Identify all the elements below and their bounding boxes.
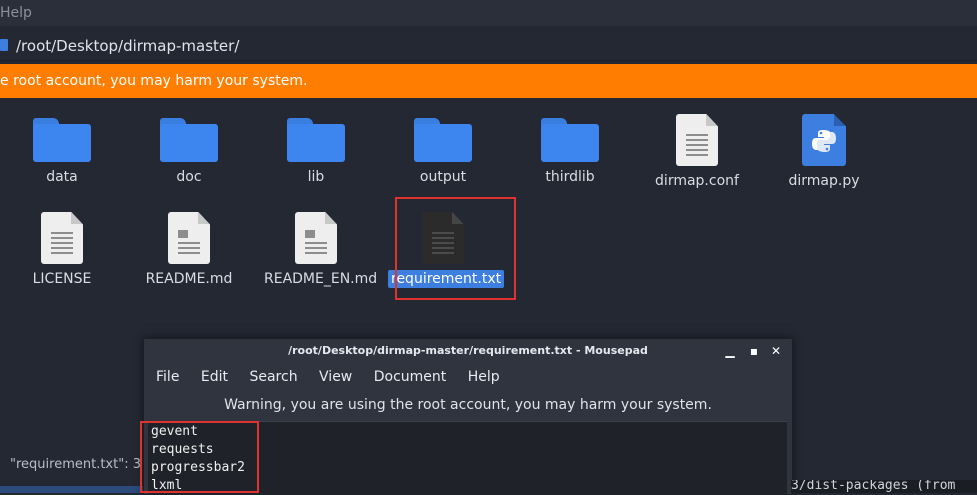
folder-icon — [0, 39, 8, 51]
menu-help[interactable]: Help — [468, 369, 500, 385]
file-item-readme-en-md[interactable]: README_EN.md — [261, 212, 377, 288]
folder-icon — [287, 118, 345, 162]
folder-icon — [541, 118, 599, 162]
file-label: thirdlib — [545, 169, 595, 185]
file-label: doc — [176, 169, 202, 185]
folder-icon — [33, 118, 91, 162]
root-warning-bar: e root account, you may harm your system… — [0, 64, 977, 98]
editor-line: lxml — [151, 478, 183, 493]
close-icon[interactable]: ✕ — [768, 343, 784, 359]
folder-icon — [160, 118, 218, 162]
file-item-readme-md[interactable]: README.md — [134, 212, 244, 288]
file-label: data — [46, 169, 78, 185]
file-item-dirmap-conf[interactable]: dirmap.conf — [642, 114, 752, 190]
minimize-icon[interactable]: ▁ — [722, 343, 738, 359]
file-label: dirmap.conf — [655, 173, 739, 189]
editor-line: requests — [151, 442, 214, 457]
menu-document[interactable]: Document — [374, 369, 447, 385]
folder-icon — [414, 118, 472, 162]
taskbar-strip — [0, 486, 143, 493]
window-title: /root/Desktop/dirmap-master/requirement.… — [288, 344, 648, 357]
terminal-text: 3/dist-packages (from — [791, 480, 956, 493]
mousepad-window: /root/Desktop/dirmap-master/requirement.… — [143, 338, 793, 495]
menu-file[interactable]: File — [156, 369, 179, 385]
maximize-icon[interactable]: ▪ — [746, 343, 762, 359]
markdown-file-icon — [168, 212, 210, 264]
editor-content: gevent requests progressbar2 lxml — [151, 423, 245, 495]
markdown-file-icon — [295, 212, 337, 264]
editor-line: progressbar2 — [151, 460, 245, 475]
file-label: lib — [307, 169, 325, 185]
file-label: README.md — [145, 271, 233, 287]
location-path[interactable]: /root/Desktop/dirmap-master/ — [16, 37, 239, 55]
file-label: README_EN.md — [264, 271, 378, 287]
file-item-lib[interactable]: lib — [261, 118, 371, 186]
editor-line: gevent — [151, 424, 198, 439]
root-warning-text: e root account, you may harm your system… — [0, 73, 308, 89]
text-file-icon — [41, 212, 83, 264]
terminal-fragment: 3/dist-packages (from — [791, 480, 977, 493]
help-menu[interactable]: Help — [0, 0, 32, 26]
file-manager-menubar: Help — [0, 0, 977, 26]
menu-view[interactable]: View — [319, 369, 352, 385]
file-item-thirdlib[interactable]: thirdlib — [515, 118, 625, 186]
file-grid: data doc lib output thirdlib dirmap.conf — [0, 98, 977, 338]
text-file-icon — [422, 212, 464, 264]
location-bar: /root/Desktop/dirmap-master/ — [0, 33, 977, 61]
status-text: "requirement.txt": 3 — [10, 457, 141, 472]
menu-edit[interactable]: Edit — [201, 369, 228, 385]
mousepad-root-warning: Warning, you are using the root account,… — [224, 397, 712, 413]
file-item-doc[interactable]: doc — [134, 118, 244, 186]
python-file-icon — [802, 114, 846, 166]
file-label: output — [419, 169, 467, 185]
file-label: dirmap.py — [788, 173, 860, 189]
file-label: LICENSE — [32, 271, 92, 287]
text-editor-area[interactable]: gevent requests progressbar2 lxml — [148, 421, 787, 495]
file-label: requirement.txt — [388, 270, 505, 288]
file-item-output[interactable]: output — [388, 118, 498, 186]
mousepad-menubar: File Edit Search View Document Help — [156, 369, 517, 385]
file-item-dirmap-py[interactable]: dirmap.py — [769, 114, 879, 190]
text-file-icon — [676, 114, 718, 166]
file-item-requirement-txt[interactable]: requirement.txt — [388, 212, 505, 288]
menu-search[interactable]: Search — [249, 369, 297, 385]
file-manager-statusbar: "requirement.txt": 3 — [0, 453, 143, 477]
file-item-license[interactable]: LICENSE — [7, 212, 117, 288]
file-item-data[interactable]: data — [7, 118, 117, 186]
